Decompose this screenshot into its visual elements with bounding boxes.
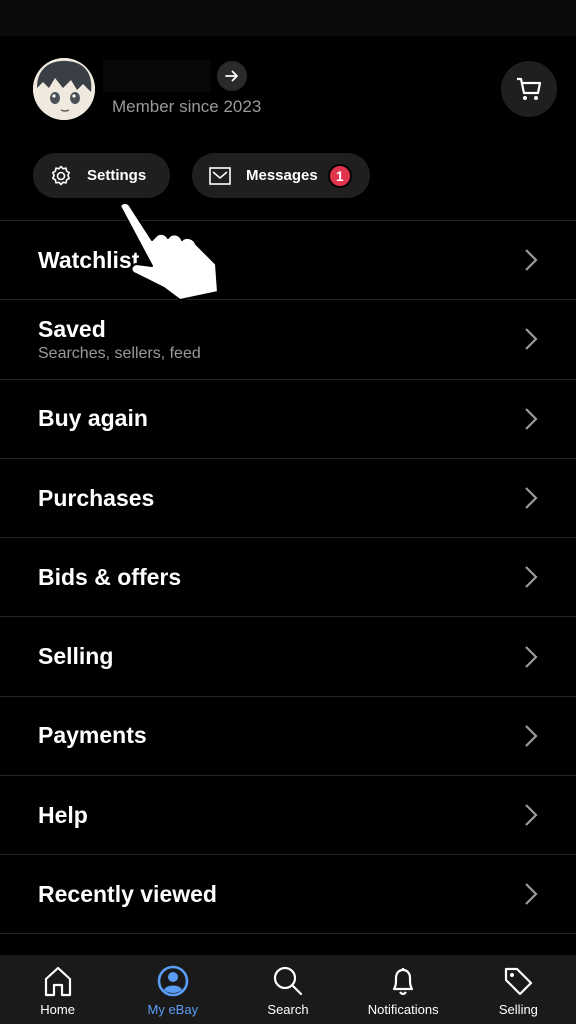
bell-icon xyxy=(393,968,414,996)
menu-item-title: Bids & offers xyxy=(38,563,182,590)
avatar[interactable] xyxy=(33,58,95,120)
profile-arrow-button[interactable] xyxy=(217,61,247,91)
chevron-right-icon xyxy=(525,804,538,826)
envelope-icon xyxy=(209,166,231,185)
chevron-right-icon xyxy=(525,407,538,430)
home-icon xyxy=(44,966,71,997)
username-redacted xyxy=(103,60,211,92)
bottom-tab-bar: Home My eBay Search Notifications Sellin… xyxy=(0,955,576,1024)
menu-item-title: Recently viewed xyxy=(38,880,217,907)
settings-label: Settings xyxy=(87,167,147,184)
chevron-right-icon xyxy=(525,249,538,271)
chevron-right-icon xyxy=(525,883,538,905)
gear-icon xyxy=(52,165,70,185)
menu-item-title: Purchases xyxy=(38,484,155,511)
menu-item-buy-again[interactable]: Buy again xyxy=(0,378,576,458)
chevron-right-icon xyxy=(525,487,538,509)
tag-icon xyxy=(505,967,533,996)
tab-search[interactable]: Search xyxy=(230,955,345,1024)
tab-label: Selling xyxy=(498,1002,538,1017)
menu-item-watchlist[interactable]: Watchlist xyxy=(0,220,576,299)
messages-label: Messages xyxy=(246,167,318,184)
cart-button[interactable] xyxy=(501,61,557,117)
profile-icon xyxy=(157,965,189,997)
tab-label: Search xyxy=(267,1002,309,1017)
menu-item-title: Saved xyxy=(38,315,106,342)
menu-item-title: Selling xyxy=(38,643,114,670)
menu-item-title: Payments xyxy=(38,722,147,749)
profile-header: Member since 2023 xyxy=(33,58,543,124)
menu-item-bids-offers[interactable]: Bids & offers xyxy=(0,537,576,616)
chevron-right-icon xyxy=(525,725,538,747)
messages-button[interactable]: Messages 1 xyxy=(192,153,370,198)
tab-notifications[interactable]: Notifications xyxy=(346,955,461,1024)
menu-item-purchases[interactable]: Purchases xyxy=(0,457,576,537)
search-icon xyxy=(273,966,303,996)
tab-label: My eBay xyxy=(147,1002,199,1017)
menu-item-title: Help xyxy=(38,801,88,828)
tab-home[interactable]: Home xyxy=(0,955,115,1024)
menu-item-title: Buy again xyxy=(38,405,148,432)
status-bar xyxy=(0,0,576,36)
my-ebay-menu: Watchlist Saved Searches, sellers, feed … xyxy=(0,220,576,934)
tab-label: Home xyxy=(40,1002,75,1017)
menu-item-saved[interactable]: Saved Searches, sellers, feed xyxy=(0,299,576,378)
hand-pointer-cursor-icon xyxy=(119,202,219,300)
menu-item-help[interactable]: Help xyxy=(0,775,576,854)
arrow-right-icon xyxy=(225,70,238,82)
menu-item-payments[interactable]: Payments xyxy=(0,695,576,775)
menu-item-selling[interactable]: Selling xyxy=(0,616,576,695)
tab-label: Notifications xyxy=(367,1002,439,1017)
tab-selling[interactable]: Selling xyxy=(461,955,576,1024)
member-since: Member since 2023 xyxy=(112,97,262,116)
chevron-right-icon xyxy=(525,645,538,668)
settings-button[interactable]: Settings xyxy=(33,153,170,198)
menu-item-subtitle: Searches, sellers, feed xyxy=(38,344,201,362)
menu-item-recently-viewed[interactable]: Recently viewed xyxy=(0,854,576,934)
messages-count-badge: 1 xyxy=(327,163,352,188)
chevron-right-icon xyxy=(525,566,538,589)
cart-icon xyxy=(517,77,542,100)
chevron-right-icon xyxy=(525,328,538,351)
tab-my-ebay[interactable]: My eBay xyxy=(115,955,230,1024)
